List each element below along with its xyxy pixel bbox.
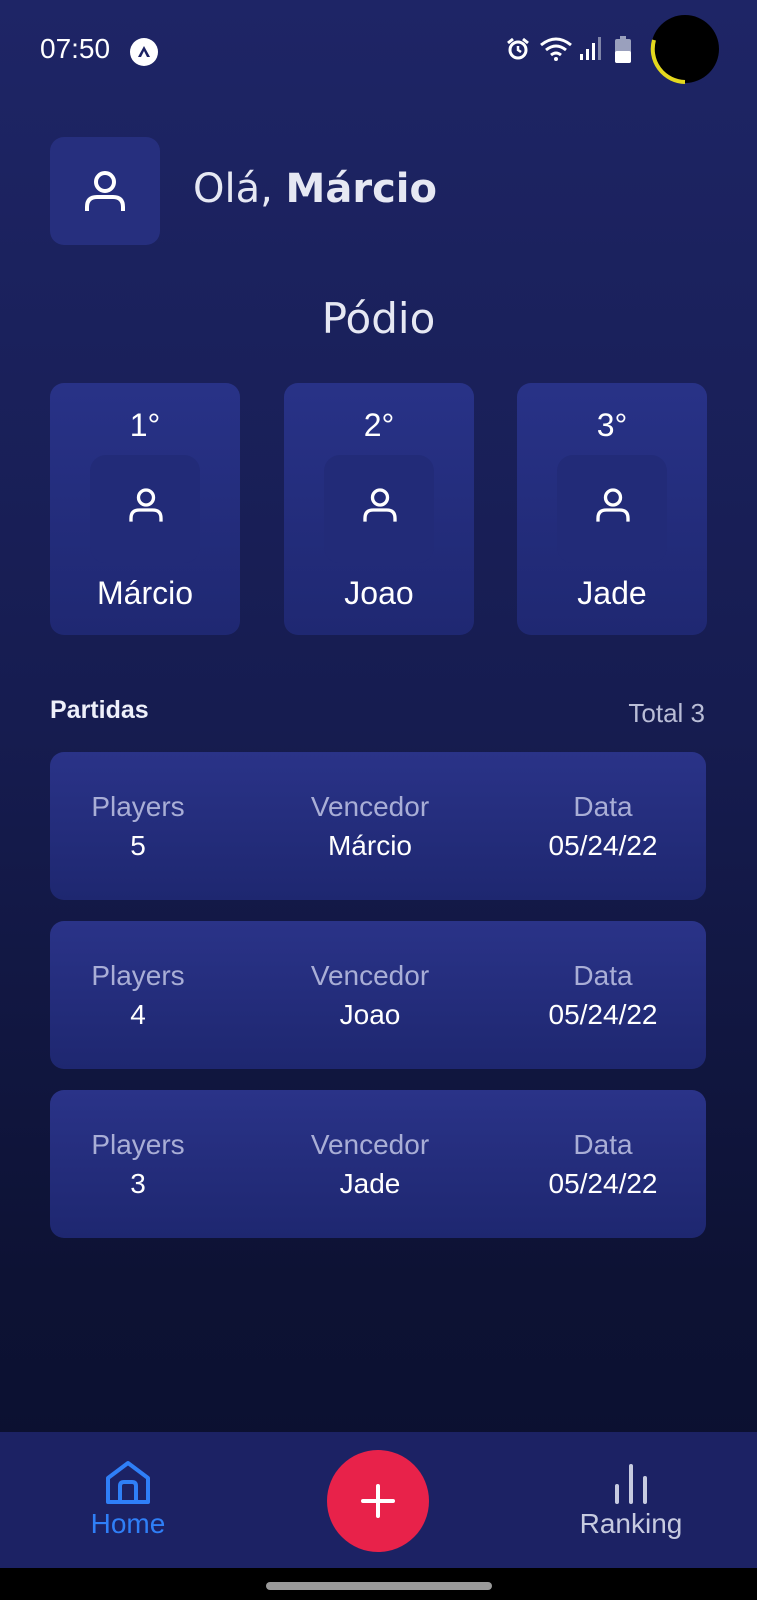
match-winner: Vencedor Márcio	[270, 788, 470, 866]
podium-avatar	[557, 455, 667, 563]
match-card[interactable]: Players 4 Vencedor Joao Data 05/24/22	[50, 921, 706, 1069]
nav-tab-ranking[interactable]: Ranking	[568, 1452, 694, 1552]
user-icon	[85, 171, 125, 211]
winner-value: Joao	[339, 999, 401, 1030]
date-value: 05/24/22	[548, 999, 658, 1030]
podium-place: 2°	[363, 407, 395, 443]
system-gesture-area	[0, 1568, 757, 1600]
add-match-button[interactable]	[327, 1450, 429, 1552]
wifi-icon	[539, 36, 573, 67]
date-label: Data	[573, 791, 633, 822]
match-card[interactable]: Players 5 Vencedor Márcio Data 05/24/22	[50, 752, 706, 900]
app-notification-icon	[130, 38, 158, 66]
matches-heading: Partidas	[50, 696, 149, 724]
match-date: Data 05/24/22	[520, 788, 686, 866]
nav-ranking-label: Ranking	[579, 1508, 683, 1539]
match-card[interactable]: Players 3 Vencedor Jade Data 05/24/22	[50, 1090, 706, 1238]
podium-card-third[interactable]: 3° Jade	[517, 383, 707, 635]
players-value: 4	[130, 999, 146, 1030]
profile-avatar-button[interactable]	[50, 137, 160, 245]
alarm-icon	[505, 36, 531, 67]
gesture-handle[interactable]	[266, 1582, 492, 1590]
match-date: Data 05/24/22	[520, 957, 686, 1035]
signal-icon	[579, 36, 603, 67]
matches-total: Total 3	[628, 698, 705, 728]
match-winner: Vencedor Jade	[270, 1126, 470, 1204]
players-value: 5	[130, 830, 146, 861]
battery-icon	[614, 36, 632, 69]
winner-label: Vencedor	[310, 791, 430, 822]
nav-home-label: Home	[90, 1508, 166, 1539]
match-date: Data 05/24/22	[520, 1126, 686, 1204]
podium-name: Jade	[577, 575, 647, 611]
nav-tab-home[interactable]: Home	[68, 1452, 188, 1552]
winner-label: Vencedor	[310, 1129, 430, 1160]
match-players: Players 5	[70, 788, 206, 866]
players-label: Players	[91, 1129, 185, 1160]
user-icon	[363, 488, 397, 522]
date-value: 05/24/22	[548, 830, 658, 861]
date-value: 05/24/22	[548, 1168, 658, 1199]
match-players: Players 3	[70, 1126, 206, 1204]
user-icon	[129, 488, 163, 522]
podium-card-first[interactable]: 1° Márcio	[50, 383, 240, 635]
winner-value: Jade	[339, 1168, 401, 1199]
podium-place: 1°	[129, 407, 161, 443]
greeting-prefix: Olá,	[193, 166, 286, 212]
podium-name: Joao	[344, 575, 414, 611]
podium-card-second[interactable]: 2° Joao	[284, 383, 474, 635]
status-bar: 07:50	[0, 0, 757, 100]
bar-chart-icon	[615, 1464, 647, 1504]
podium-title: Pódio	[321, 294, 436, 343]
winner-label: Vencedor	[310, 960, 430, 991]
date-label: Data	[573, 960, 633, 991]
podium-place: 3°	[596, 407, 628, 443]
podium-avatar	[324, 455, 434, 563]
status-time: 07:50	[40, 33, 111, 64]
podium-avatar	[90, 455, 200, 563]
greeting-text: Olá, Márcio	[193, 166, 437, 212]
date-label: Data	[573, 1129, 633, 1160]
home-icon	[106, 1461, 150, 1504]
camera-cutout	[650, 14, 720, 84]
match-winner: Vencedor Joao	[270, 957, 470, 1035]
players-label: Players	[91, 960, 185, 991]
greeting-user-name: Márcio	[285, 166, 437, 212]
players-label: Players	[91, 791, 185, 822]
plus-icon	[361, 1484, 395, 1518]
user-icon	[596, 488, 630, 522]
bottom-nav: Home Ranking	[0, 1432, 757, 1568]
winner-value: Márcio	[327, 830, 412, 861]
match-players: Players 4	[70, 957, 206, 1035]
podium-name: Márcio	[96, 575, 193, 611]
players-value: 3	[130, 1168, 146, 1199]
